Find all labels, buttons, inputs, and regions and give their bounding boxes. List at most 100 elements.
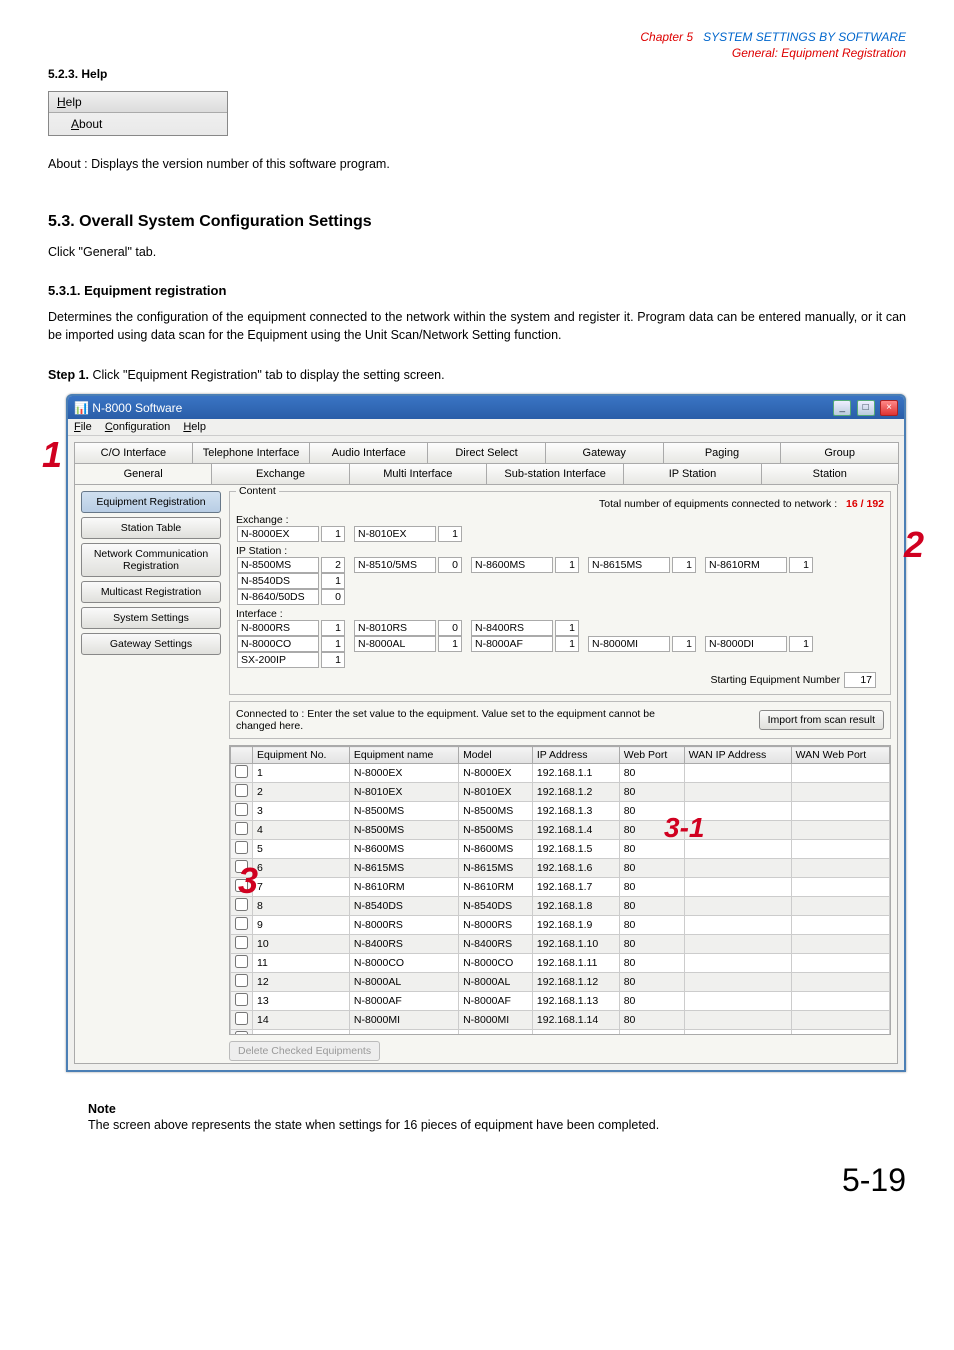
model-chip: N-8000AF bbox=[471, 636, 553, 652]
row-checkbox[interactable] bbox=[231, 783, 253, 802]
tab-sub-station-interface[interactable]: Sub-station Interface bbox=[486, 463, 624, 484]
count-field[interactable]: 1 bbox=[321, 620, 345, 636]
cell-model: N-8600MS bbox=[459, 840, 533, 859]
row-checkbox[interactable] bbox=[231, 954, 253, 973]
count-field[interactable]: 1 bbox=[789, 636, 813, 652]
cell-port: 80 bbox=[619, 954, 684, 973]
count-field[interactable]: 0 bbox=[321, 589, 345, 605]
model-chip: N-8000EX bbox=[237, 526, 319, 542]
row-checkbox[interactable] bbox=[231, 973, 253, 992]
cell-model: N-8000AL bbox=[459, 973, 533, 992]
cell-ip: 192.168.1.14 bbox=[532, 1011, 619, 1030]
chapter-title: SYSTEM SETTINGS BY SOFTWARE bbox=[703, 30, 906, 44]
nav-equipment-registration[interactable]: Equipment Registration bbox=[81, 491, 221, 513]
close-button[interactable]: × bbox=[880, 400, 898, 416]
import-button[interactable]: Import from scan result bbox=[759, 710, 884, 730]
cell-no: 5 bbox=[253, 840, 350, 859]
menu-configuration[interactable]: Configuration bbox=[105, 421, 170, 433]
nav-system-settings[interactable]: System Settings bbox=[81, 607, 221, 629]
cell-model: N-8000RS bbox=[459, 916, 533, 935]
cell-ip: 192.168.1.11 bbox=[532, 954, 619, 973]
chapter-subtitle: General: Equipment Registration bbox=[732, 46, 906, 60]
cell-no: 3 bbox=[253, 802, 350, 821]
equipment-table-wrap[interactable]: Equipment No.Equipment nameModelIP Addre… bbox=[229, 745, 891, 1035]
tab-c-o-interface[interactable]: C/O Interface bbox=[74, 442, 193, 463]
row-checkbox[interactable] bbox=[231, 764, 253, 783]
tab-telephone-interface[interactable]: Telephone Interface bbox=[192, 442, 311, 463]
tab-ip-station[interactable]: IP Station bbox=[623, 463, 761, 484]
count-field[interactable]: 1 bbox=[438, 636, 462, 652]
menu-help[interactable]: Help bbox=[183, 421, 206, 433]
table-row[interactable]: 11N-8000CON-8000CO192.168.1.1180 bbox=[231, 954, 890, 973]
count-field[interactable]: 0 bbox=[438, 557, 462, 573]
count-field[interactable]: 1 bbox=[321, 526, 345, 542]
tab-station[interactable]: Station bbox=[761, 463, 899, 484]
starting-value[interactable]: 17 bbox=[844, 672, 876, 688]
nav-station-table[interactable]: Station Table bbox=[81, 517, 221, 539]
count-field[interactable]: 1 bbox=[555, 557, 579, 573]
count-field[interactable]: 1 bbox=[555, 620, 579, 636]
maximize-button[interactable]: □ bbox=[857, 400, 875, 416]
note-block: Note The screen above represents the sta… bbox=[88, 1102, 906, 1132]
tab-audio-interface[interactable]: Audio Interface bbox=[309, 442, 428, 463]
model-chip: N-8500MS bbox=[237, 557, 319, 573]
model-chip: N-8000CO bbox=[237, 636, 319, 652]
count-field[interactable]: 1 bbox=[321, 573, 345, 589]
count-field[interactable]: 1 bbox=[321, 652, 345, 668]
table-row[interactable]: 3N-8500MSN-8500MS192.168.1.380 bbox=[231, 802, 890, 821]
cell-name: N-8600MS bbox=[349, 840, 458, 859]
cell-model: N-8500MS bbox=[459, 821, 533, 840]
section-5-3-1-para: Determines the configuration of the equi… bbox=[48, 308, 906, 344]
count-field[interactable]: 1 bbox=[672, 557, 696, 573]
col-header: WAN Web Port bbox=[791, 747, 889, 764]
cell-port: 80 bbox=[619, 783, 684, 802]
tab-direct-select[interactable]: Direct Select bbox=[427, 442, 546, 463]
help-menu-about[interactable]: About bbox=[49, 113, 227, 135]
tab-paging[interactable]: Paging bbox=[663, 442, 782, 463]
nav-gateway-settings[interactable]: Gateway Settings bbox=[81, 633, 221, 655]
table-row[interactable]: 9N-8000RSN-8000RS192.168.1.980 bbox=[231, 916, 890, 935]
table-row[interactable]: 5N-8600MSN-8600MS192.168.1.580 bbox=[231, 840, 890, 859]
count-field[interactable]: 1 bbox=[321, 636, 345, 652]
row-checkbox[interactable] bbox=[231, 1030, 253, 1036]
count-field[interactable]: 1 bbox=[789, 557, 813, 573]
row-checkbox[interactable] bbox=[231, 840, 253, 859]
table-row[interactable]: 6N-8615MSN-8615MS192.168.1.680 bbox=[231, 859, 890, 878]
row-checkbox[interactable] bbox=[231, 992, 253, 1011]
table-row[interactable]: 15N-8000DIN-8000DI192.168.1.1580 bbox=[231, 1030, 890, 1036]
table-row[interactable]: 13N-8000AFN-8000AF192.168.1.1380 bbox=[231, 992, 890, 1011]
table-row[interactable]: 14N-8000MIN-8000MI192.168.1.1480 bbox=[231, 1011, 890, 1030]
table-row[interactable]: 2N-8010EXN-8010EX192.168.1.280 bbox=[231, 783, 890, 802]
row-checkbox[interactable] bbox=[231, 935, 253, 954]
row-checkbox[interactable] bbox=[231, 1011, 253, 1030]
tab-multi-interface[interactable]: Multi Interface bbox=[349, 463, 487, 484]
tab-general[interactable]: General bbox=[74, 463, 212, 484]
table-row[interactable]: 10N-8400RSN-8400RS192.168.1.1080 bbox=[231, 935, 890, 954]
count-field[interactable]: 2 bbox=[321, 557, 345, 573]
count-field[interactable]: 1 bbox=[555, 636, 579, 652]
model-chip: N-8610RM bbox=[705, 557, 787, 573]
nav-multicast-registration[interactable]: Multicast Registration bbox=[81, 581, 221, 603]
row-checkbox[interactable] bbox=[231, 802, 253, 821]
table-row[interactable]: 8N-8540DSN-8540DS192.168.1.880 bbox=[231, 897, 890, 916]
table-row[interactable]: 1N-8000EXN-8000EX192.168.1.180 bbox=[231, 764, 890, 783]
ipstation-row: IP Station : N-8500MS2N-8510/5MS0N-8600M… bbox=[236, 545, 884, 605]
table-row[interactable]: 7N-8610RMN-8610RM192.168.1.780 bbox=[231, 878, 890, 897]
tab-gateway[interactable]: Gateway bbox=[545, 442, 664, 463]
col-header: Equipment name bbox=[349, 747, 458, 764]
count-field[interactable]: 0 bbox=[438, 620, 462, 636]
table-row[interactable]: 12N-8000ALN-8000AL192.168.1.1280 bbox=[231, 973, 890, 992]
cell-port: 80 bbox=[619, 878, 684, 897]
minimize-button[interactable]: _ bbox=[833, 400, 851, 416]
menu-file[interactable]: File bbox=[74, 421, 92, 433]
tab-exchange[interactable]: Exchange bbox=[211, 463, 349, 484]
nav-network-communication-registration[interactable]: Network Communication Registration bbox=[81, 543, 221, 577]
row-checkbox[interactable] bbox=[231, 821, 253, 840]
row-checkbox[interactable] bbox=[231, 916, 253, 935]
count-field[interactable]: 1 bbox=[672, 636, 696, 652]
tab-group[interactable]: Group bbox=[780, 442, 899, 463]
count-field[interactable]: 1 bbox=[438, 526, 462, 542]
table-row[interactable]: 4N-8500MSN-8500MS192.168.1.480 bbox=[231, 821, 890, 840]
delete-checked-button[interactable]: Delete Checked Equipments bbox=[229, 1041, 380, 1061]
help-menu-title[interactable]: Help bbox=[49, 92, 227, 113]
